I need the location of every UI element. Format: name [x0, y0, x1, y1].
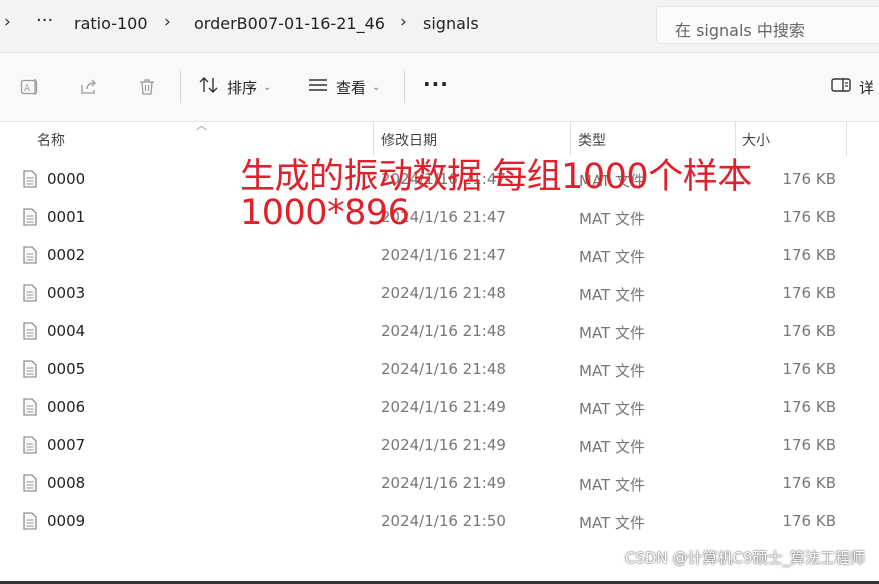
file-size: 176 KB [782, 246, 836, 264]
chevron-down-icon: ⌄ [263, 81, 272, 93]
file-icon [23, 170, 37, 192]
file-type: MAT 文件 [579, 514, 645, 532]
file-row[interactable]: 0001 2024/1/16 21:47 MAT 文件 176 KB [0, 198, 879, 236]
address-bar: › ··· › › ratio-100 orderB007-01-16-21_4… [0, 0, 879, 53]
view-button[interactable]: 查看 ⌄ [308, 75, 380, 99]
column-header-size[interactable]: 大小 [742, 130, 770, 150]
file-row[interactable]: 0005 2024/1/16 21:48 MAT 文件 176 KB [0, 350, 879, 388]
file-row[interactable]: 0002 2024/1/16 21:47 MAT 文件 176 KB [0, 236, 879, 274]
file-date: 2024/1/16 21:47 [381, 246, 506, 264]
svg-text:A: A [24, 84, 31, 94]
view-icon [308, 77, 328, 97]
file-date: 2024/1/16 21:49 [381, 398, 506, 416]
file-name: 0000 [47, 170, 86, 188]
file-icon [23, 246, 37, 268]
file-size: 176 KB [782, 322, 836, 340]
breadcrumb-item-signals[interactable]: signals [423, 14, 479, 33]
file-size: 176 KB [782, 360, 836, 378]
details-pane-icon [831, 77, 851, 97]
annotation-line-2: 1000*896 [240, 193, 410, 233]
file-name: 0003 [47, 284, 86, 302]
file-type: MAT 文件 [579, 400, 645, 418]
file-name: 0004 [47, 322, 86, 340]
search-placeholder: 在 signals 中搜索 [675, 21, 805, 40]
file-type: MAT 文件 [579, 362, 645, 380]
file-size: 176 KB [782, 208, 836, 226]
chevron-right-icon[interactable]: › [4, 12, 11, 32]
file-name: 0007 [47, 436, 86, 454]
column-header-name[interactable]: 名称 [37, 130, 65, 150]
watermark: CSDN @计算机C9硕士_算法工程师 [624, 549, 865, 567]
sort-icon [199, 76, 219, 98]
file-name: 0002 [47, 246, 86, 264]
file-icon [23, 360, 37, 382]
file-size: 176 KB [782, 436, 836, 454]
details-label: 详 [859, 78, 875, 97]
file-icon [23, 474, 37, 496]
sort-button[interactable]: 排序 ⌄ [199, 75, 271, 99]
breadcrumb-item-ratio[interactable]: ratio-100 [74, 14, 148, 33]
file-size: 176 KB [782, 398, 836, 416]
file-date: 2024/1/16 21:49 [381, 436, 506, 454]
file-size: 176 KB [782, 170, 836, 188]
file-type: MAT 文件 [579, 248, 645, 266]
file-row[interactable]: 0008 2024/1/16 21:49 MAT 文件 176 KB [0, 464, 879, 502]
file-name: 0005 [47, 360, 86, 378]
file-type: MAT 文件 [579, 210, 645, 228]
file-icon [23, 208, 37, 230]
column-header-date[interactable]: 修改日期 [381, 130, 437, 150]
column-header-type[interactable]: 类型 [578, 130, 606, 150]
file-name: 0001 [47, 208, 86, 226]
file-type: MAT 文件 [579, 438, 645, 456]
toolbar-divider [404, 71, 405, 103]
command-bar: A 排序 ⌄ 查看 ⌄ ··· 详 [0, 53, 879, 122]
file-row[interactable]: 0004 2024/1/16 21:48 MAT 文件 176 KB [0, 312, 879, 350]
file-size: 176 KB [782, 474, 836, 492]
file-date: 2024/1/16 21:48 [381, 360, 506, 378]
breadcrumb-item-order[interactable]: orderB007-01-16-21_46 [194, 14, 385, 33]
search-input[interactable]: 在 signals 中搜索 [656, 6, 879, 44]
file-date: 2024/1/16 21:48 [381, 322, 506, 340]
file-date: 2024/1/16 21:50 [381, 512, 506, 530]
view-label: 查看 [336, 78, 367, 97]
chevron-right-icon[interactable]: › [164, 12, 171, 32]
annotation-line-1: 生成的振动数据 每组1000个样本 [240, 157, 752, 197]
file-type: MAT 文件 [579, 476, 645, 494]
chevron-down-icon: ⌄ [372, 81, 381, 93]
file-icon [23, 512, 37, 534]
share-icon[interactable] [79, 77, 99, 101]
file-size: 176 KB [782, 284, 836, 302]
file-row[interactable]: 0009 2024/1/16 21:50 MAT 文件 176 KB [0, 502, 879, 540]
file-name: 0009 [47, 512, 86, 530]
file-date: 2024/1/16 21:49 [381, 474, 506, 492]
breadcrumb-overflow-button[interactable]: ··· [36, 10, 53, 31]
file-size: 176 KB [782, 512, 836, 530]
toolbar-divider [180, 71, 181, 103]
file-row[interactable]: 0003 2024/1/16 21:48 MAT 文件 176 KB [0, 274, 879, 312]
file-date: 2024/1/16 21:48 [381, 284, 506, 302]
file-type: MAT 文件 [579, 286, 645, 304]
file-icon [23, 322, 37, 344]
file-row[interactable]: 0007 2024/1/16 21:49 MAT 文件 176 KB [0, 426, 879, 464]
details-button[interactable]: 详 [831, 75, 874, 99]
more-options-button[interactable]: ··· [423, 72, 449, 96]
file-name: 0006 [47, 398, 86, 416]
file-icon [23, 398, 37, 420]
sort-label: 排序 [227, 78, 258, 97]
file-row[interactable]: 0006 2024/1/16 21:49 MAT 文件 176 KB [0, 388, 879, 426]
file-name: 0008 [47, 474, 86, 492]
column-separator[interactable] [846, 122, 847, 156]
rename-icon[interactable]: A [20, 77, 40, 101]
file-icon [23, 284, 37, 306]
delete-icon[interactable] [137, 77, 157, 101]
sort-indicator-icon: ︿ [196, 119, 207, 132]
chevron-right-icon[interactable]: › [400, 12, 407, 32]
file-type: MAT 文件 [579, 324, 645, 342]
file-icon [23, 436, 37, 458]
